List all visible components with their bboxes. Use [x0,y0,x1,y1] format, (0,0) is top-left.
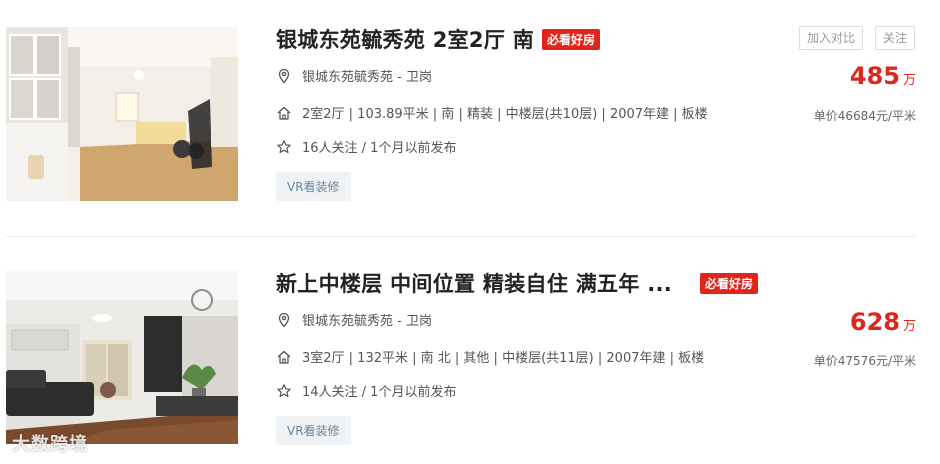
vr-decoration-tag[interactable]: VR看装修 [276,172,351,201]
listing-card[interactable]: 银城东苑毓秀苑 2室2厅 南 必看好房 银城东苑毓秀苑 - 卫岗 2室2厅 | … [0,0,940,220]
star-icon [276,139,292,155]
must-see-badge: 必看好房 [700,272,759,294]
location-pin-icon [276,312,292,328]
living-room-photo [6,27,238,201]
location-line: 银城东苑毓秀苑 - 卫岗 [276,66,432,85]
follow-info-text: 14人关注 / 1个月以前发布 [302,385,457,400]
must-see-badge: 必看好房 [542,28,601,50]
add-to-compare-button[interactable]: 加入对比 [799,26,864,50]
price-value: 628 [849,308,900,336]
price-value: 485 [849,62,900,90]
listing-title[interactable]: 银城东苑毓秀苑 2室2厅 南 [276,24,534,54]
total-price: 628 万 [850,308,916,336]
living-room-photo [6,270,238,444]
price-unit: 万 [902,319,916,334]
unit-price: 单价47576元/平米 [813,354,916,368]
price-unit: 万 [902,73,916,88]
follow-info-line: 16人关注 / 1个月以前发布 [276,137,456,156]
watermark: 大数跨境 [12,434,88,455]
listing-photo[interactable] [6,27,238,201]
follow-info-text: 16人关注 / 1个月以前发布 [302,141,457,156]
house-info-line: 2室2厅 | 103.89平米 | 南 | 精装 | 中楼层(共10层) | 2… [276,103,708,122]
listing-photo[interactable] [6,270,238,444]
listing-card[interactable]: 新上中楼层 中间位置 精装自住 满五年 ... 必看好房 银城东苑毓秀苑 - 卫… [0,244,940,464]
follow-button[interactable]: 关注 [875,26,916,50]
house-icon [276,349,292,365]
location-pin-icon [276,68,292,84]
star-icon [276,383,292,399]
listing-divider [6,236,916,237]
location-text[interactable]: 银城东苑毓秀苑 - 卫岗 [302,66,432,85]
location-text[interactable]: 银城东苑毓秀苑 - 卫岗 [302,310,432,329]
house-info-text: 2室2厅 | 103.89平米 | 南 | 精装 | 中楼层(共10层) | 2… [302,107,708,122]
location-line: 银城东苑毓秀苑 - 卫岗 [276,310,432,329]
vr-decoration-tag[interactable]: VR看装修 [276,416,351,445]
unit-price: 单价46684元/平米 [813,109,916,123]
follow-info-line: 14人关注 / 1个月以前发布 [276,381,456,400]
house-info-line: 3室2厅 | 132平米 | 南 北 | 其他 | 中楼层(共11层) | 20… [276,347,704,366]
title-row: 新上中楼层 中间位置 精装自住 满五年 ... 必看好房 [276,268,759,298]
title-row: 银城东苑毓秀苑 2室2厅 南 必看好房 [276,24,601,54]
total-price: 485 万 [850,62,916,90]
house-icon [276,105,292,121]
listing-title[interactable]: 新上中楼层 中间位置 精装自住 满五年 ... [276,268,676,298]
house-info-text: 3室2厅 | 132平米 | 南 北 | 其他 | 中楼层(共11层) | 20… [302,351,705,366]
